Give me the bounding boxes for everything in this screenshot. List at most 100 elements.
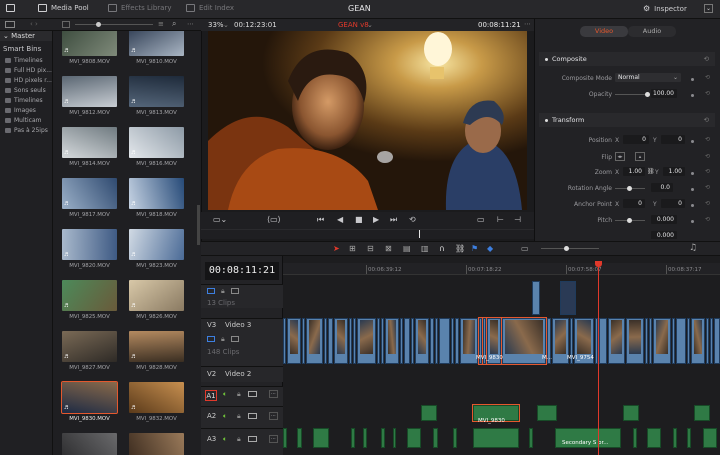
jump-start-icon[interactable]: ⏮ bbox=[317, 215, 324, 225]
collapse-chevron-icon[interactable]: ⌄ bbox=[704, 4, 713, 13]
bin-scrollbar[interactable] bbox=[197, 205, 200, 245]
audio-clip[interactable] bbox=[433, 428, 438, 448]
panel-toggle-icon[interactable] bbox=[5, 21, 15, 28]
video-clip[interactable] bbox=[608, 318, 625, 364]
audio-meter-icon[interactable]: ♫ bbox=[689, 243, 697, 253]
keyframe-dot[interactable] bbox=[691, 220, 694, 223]
scrubber-playhead[interactable] bbox=[419, 230, 420, 238]
audio-clip[interactable] bbox=[407, 428, 421, 448]
speaker-icon[interactable]: 🔈︎ bbox=[223, 412, 227, 421]
edit-index-button[interactable]: Edit Index bbox=[186, 4, 234, 12]
lock-icon[interactable]: 🔒︎ bbox=[237, 435, 241, 444]
clip-thumbnail[interactable]: ♬ MVI_9813.MOV bbox=[129, 76, 184, 116]
timeline-timecode[interactable]: 00:08:11:21 bbox=[205, 262, 279, 280]
video-clip[interactable] bbox=[653, 318, 671, 364]
keyframe-dot[interactable] bbox=[691, 172, 694, 175]
video-clip[interactable] bbox=[714, 318, 720, 364]
clip-thumbnail[interactable]: ♬ MVI_9832.MOV bbox=[129, 382, 184, 422]
mark-out-icon[interactable]: ⊣ bbox=[514, 215, 521, 224]
opacity-knob[interactable] bbox=[645, 92, 650, 97]
audio-clip[interactable] bbox=[537, 405, 557, 421]
media-pool-button[interactable]: Media Pool bbox=[38, 4, 89, 12]
master-bin[interactable]: ⌄ Master bbox=[0, 31, 52, 41]
smart-bin-item[interactable]: Multicam bbox=[0, 115, 52, 125]
video-clip[interactable] bbox=[400, 318, 403, 364]
composite-mode-dropdown[interactable]: Normal bbox=[615, 73, 681, 82]
video-clip[interactable] bbox=[385, 318, 399, 364]
keyframe-dot[interactable] bbox=[691, 188, 694, 191]
clip-thumbnail[interactable]: ♬ MVI_9828.MOV bbox=[129, 331, 184, 371]
pitch-value[interactable]: 0.000 bbox=[651, 215, 677, 224]
viewer-menu-icon[interactable]: ⋯ bbox=[524, 20, 531, 28]
smart-bin-item[interactable]: Sons seuls bbox=[0, 85, 52, 95]
keyframe-dot[interactable] bbox=[691, 78, 694, 81]
smart-bin-item[interactable]: Images bbox=[0, 105, 52, 115]
v2-track-name[interactable]: Video 2 bbox=[225, 370, 251, 378]
track-enable-icon[interactable] bbox=[231, 336, 239, 342]
loop-icon[interactable]: ⟲ bbox=[409, 215, 416, 224]
anchor-y-field[interactable]: 0 bbox=[661, 199, 685, 208]
video-clip[interactable] bbox=[560, 281, 576, 315]
video-clip[interactable] bbox=[430, 318, 434, 364]
timeline-chevron-icon[interactable]: ⌄ bbox=[367, 21, 373, 29]
smart-bin-item[interactable]: Timelines bbox=[0, 95, 52, 105]
video-clip[interactable] bbox=[451, 318, 454, 364]
track-enable-icon[interactable] bbox=[231, 288, 239, 294]
reset-icon[interactable]: ⟲ bbox=[704, 55, 709, 63]
zoom-y-field[interactable]: 1.00 bbox=[663, 167, 685, 176]
reset-icon[interactable]: ⟲ bbox=[705, 90, 710, 97]
video-clip[interactable] bbox=[626, 318, 644, 364]
blade-tool-icon[interactable]: ⊠ bbox=[385, 244, 392, 253]
viewer-scrubber[interactable] bbox=[201, 229, 534, 239]
viewer-mode-icon[interactable]: ▭⌄ bbox=[213, 215, 227, 224]
lock-icon[interactable]: 🔒︎ bbox=[221, 287, 225, 296]
video-clip[interactable] bbox=[649, 318, 652, 364]
track-enable-icon[interactable] bbox=[248, 413, 257, 419]
video-clip[interactable] bbox=[415, 318, 429, 364]
v3-track-name[interactable]: Video 3 bbox=[225, 321, 251, 329]
thumb-size-knob[interactable] bbox=[96, 22, 101, 27]
reset-icon[interactable]: ⟲ bbox=[704, 116, 709, 124]
audio-clip[interactable] bbox=[421, 405, 437, 421]
clip-thumbnail[interactable]: ♬ MVI_9823.MOV bbox=[129, 229, 184, 269]
smart-bin-item[interactable]: Full HD pix... bbox=[0, 65, 52, 75]
selection-tool-icon[interactable]: ➤ bbox=[333, 244, 340, 253]
video-clip[interactable] bbox=[404, 318, 410, 364]
track-enable-icon[interactable] bbox=[248, 391, 257, 397]
video-clip[interactable] bbox=[411, 318, 414, 364]
timeline-name[interactable]: GEAN v8 bbox=[338, 21, 369, 29]
flag-icon[interactable]: ⚑ bbox=[471, 244, 478, 253]
transform-section-header[interactable]: Transform ⟲ bbox=[539, 113, 715, 127]
reset-icon[interactable]: ⟲ bbox=[705, 184, 710, 191]
track-menu-icon[interactable]: ⋯ bbox=[269, 390, 278, 398]
video-clip[interactable] bbox=[306, 318, 323, 364]
smart-bin-item[interactable]: HD pixels r... bbox=[0, 75, 52, 85]
trim-tool-icon[interactable]: ⊞ bbox=[349, 244, 356, 253]
clip-thumbnail[interactable]: ♬ MVI_9826.MOV bbox=[129, 280, 184, 320]
zoom-level[interactable]: 33% bbox=[208, 21, 224, 29]
audio-clip[interactable] bbox=[647, 428, 661, 448]
back-forward-icon[interactable]: ‹ › bbox=[30, 20, 38, 28]
inspector-button[interactable]: ⚙ Inspector bbox=[643, 4, 687, 13]
timeline-zoom-knob[interactable] bbox=[564, 246, 569, 251]
video-clip[interactable] bbox=[691, 318, 705, 364]
clip-thumbnail[interactable]: ♬ MVI_9820.MOV bbox=[62, 229, 117, 269]
speaker-icon[interactable]: 🔈︎ bbox=[223, 435, 227, 444]
dynamic-trim-icon[interactable]: ⊟ bbox=[367, 244, 374, 253]
reset-icon[interactable]: ⟲ bbox=[705, 136, 710, 143]
audio-clip[interactable] bbox=[673, 428, 677, 448]
reset-icon[interactable]: ⟲ bbox=[705, 216, 710, 223]
audio-clip[interactable] bbox=[529, 428, 533, 448]
snapping-icon[interactable]: ∩ bbox=[439, 244, 445, 253]
opacity-value[interactable]: 100.00 bbox=[651, 89, 677, 98]
search-icon[interactable]: ⌕ bbox=[172, 19, 176, 29]
anchor-x-field[interactable]: 0 bbox=[623, 199, 645, 208]
video-frame[interactable] bbox=[208, 31, 527, 210]
mark-in-icon[interactable]: ⊢ bbox=[497, 215, 504, 224]
lock-icon[interactable]: 🔒︎ bbox=[221, 335, 225, 344]
video-clip[interactable] bbox=[532, 281, 540, 315]
clip-thumbnail[interactable]: ♬ MVI_9816.MOV bbox=[129, 127, 184, 167]
track-menu-icon[interactable]: ⋯ bbox=[269, 435, 278, 443]
audio-clip[interactable] bbox=[623, 405, 639, 421]
video-clip[interactable] bbox=[287, 318, 301, 364]
